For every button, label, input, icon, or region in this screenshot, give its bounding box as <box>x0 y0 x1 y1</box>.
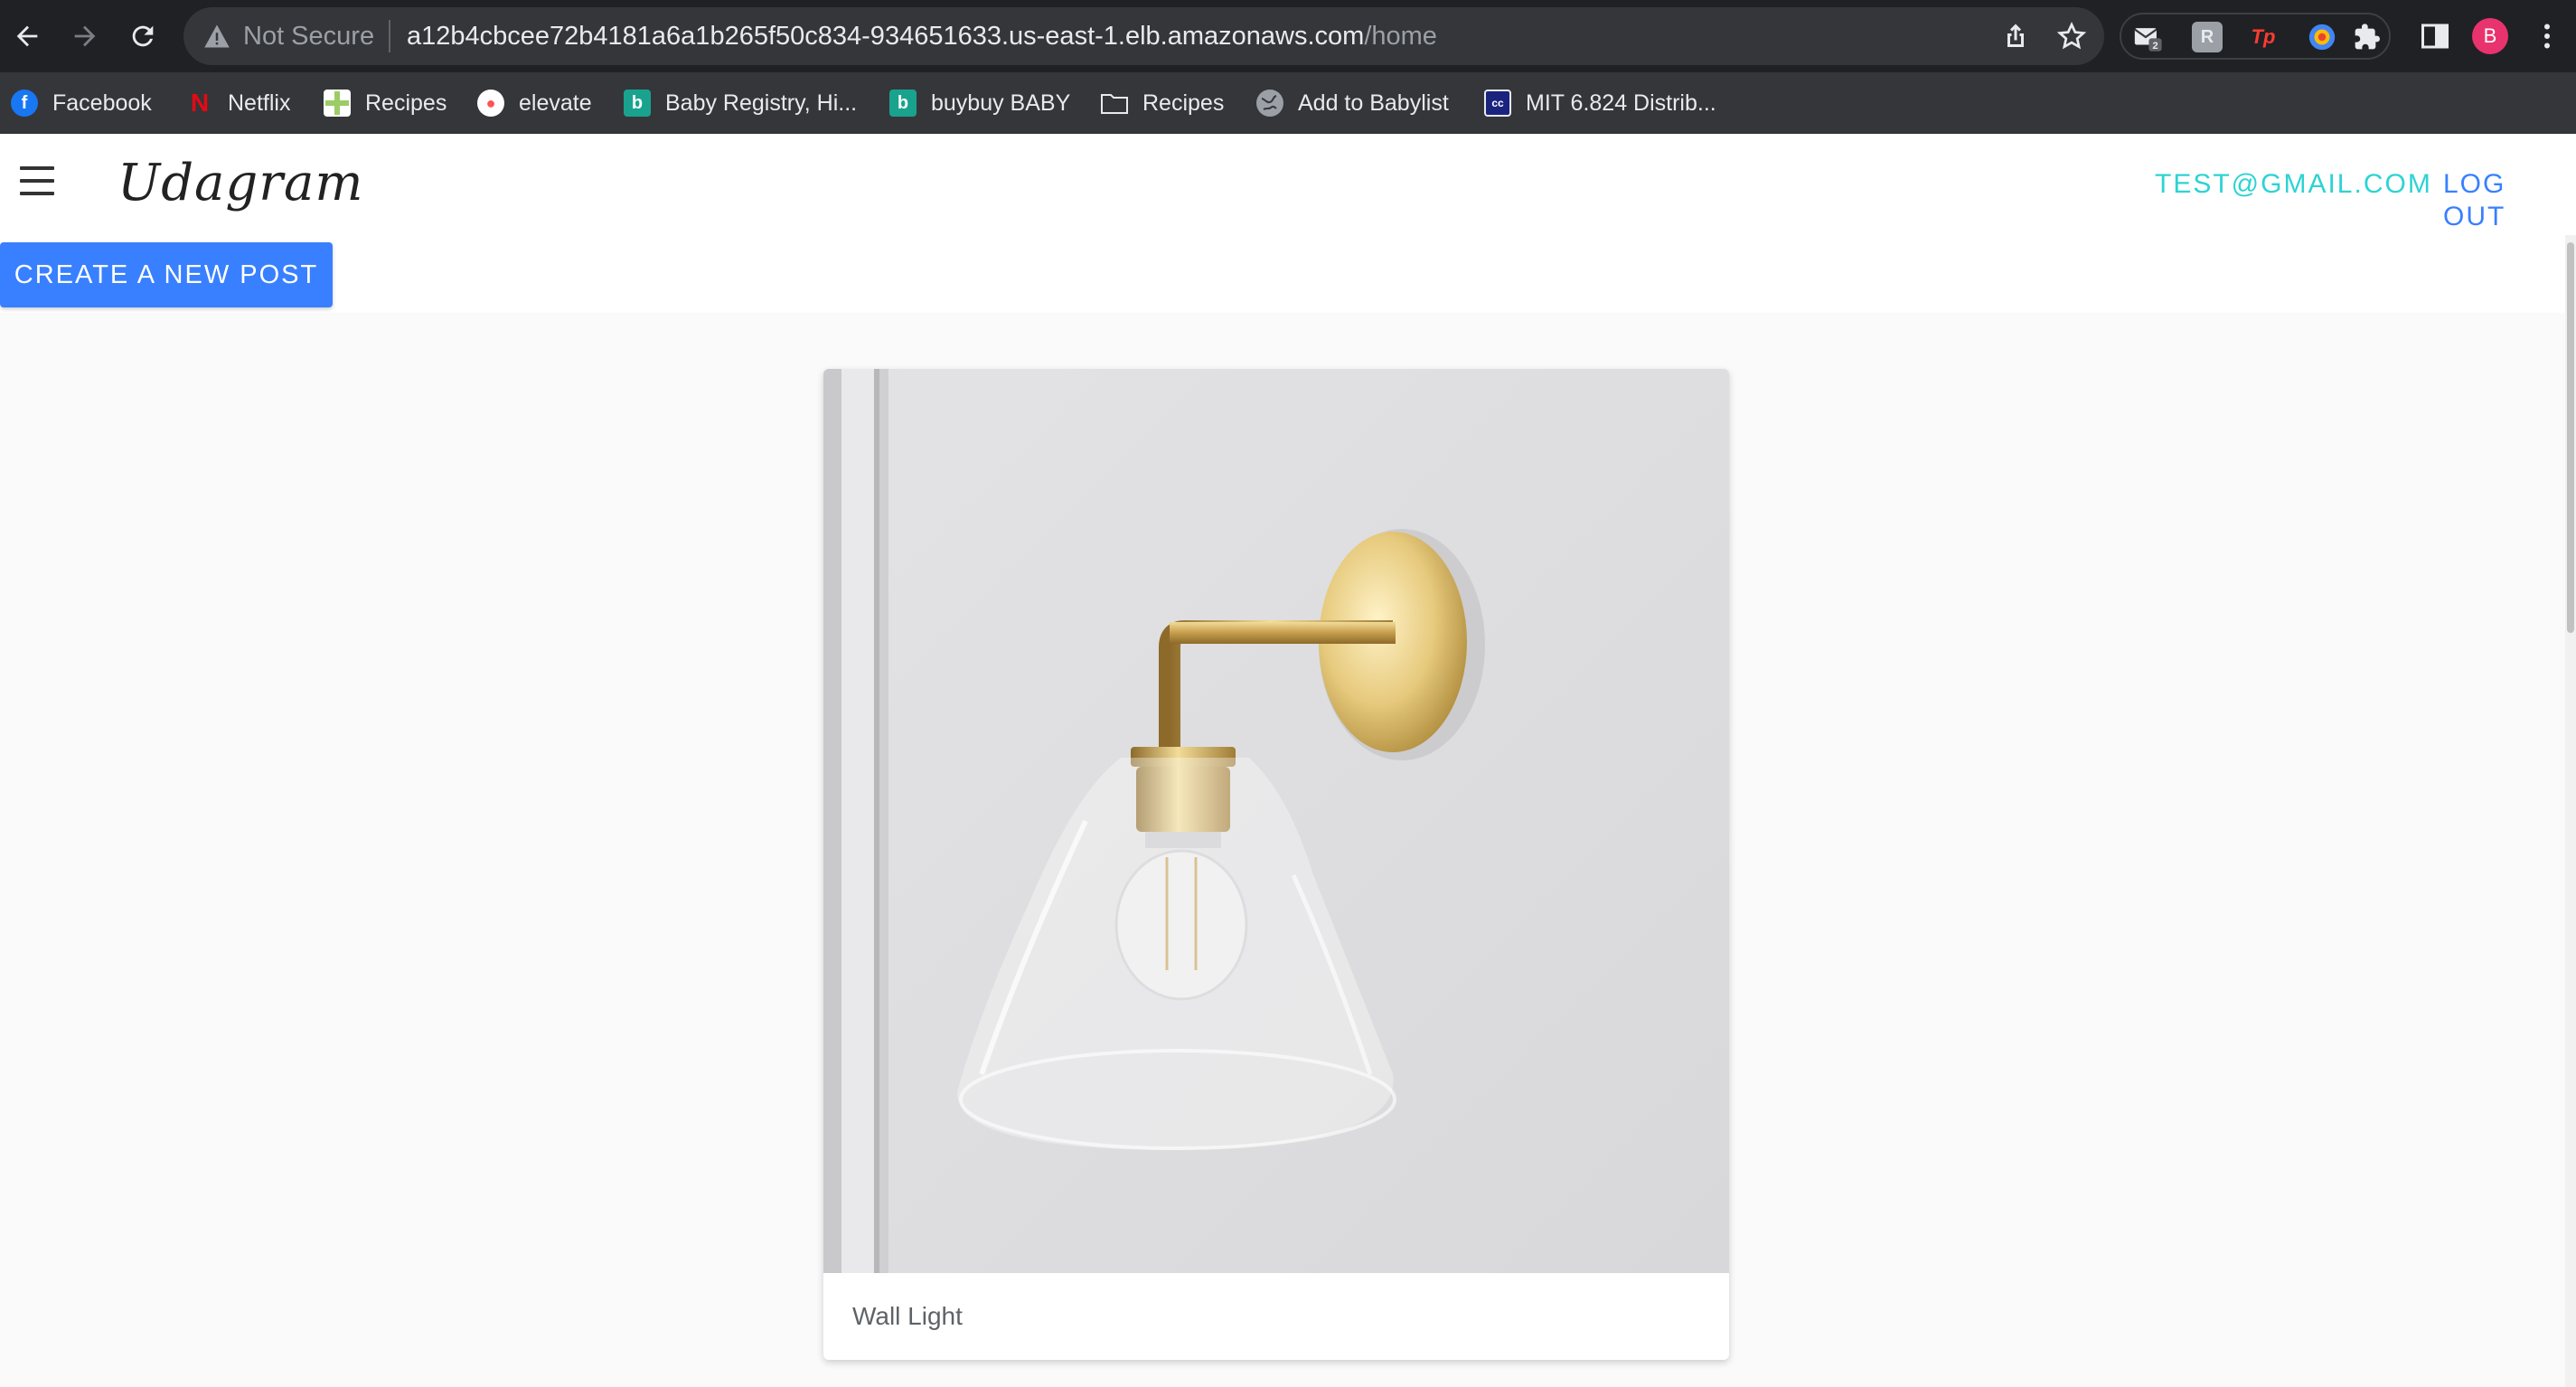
side-panel-icon[interactable] <box>2419 20 2451 52</box>
tp-extension-icon[interactable]: Tp <box>2248 22 2279 52</box>
grammar-extension-icon[interactable]: R <box>2192 22 2223 52</box>
logout-button[interactable]: LOG OUT <box>2443 168 2576 233</box>
bookmark-label: buybuy BABY <box>931 90 1071 116</box>
star-icon[interactable] <box>2055 20 2088 52</box>
post-toolbar: CREATE A NEW POST <box>0 235 2567 313</box>
mail-badge: 2 <box>2152 41 2158 52</box>
buybuybaby-icon: b <box>889 90 917 117</box>
recipes-icon <box>324 90 351 117</box>
bookmark-recipes[interactable]: Recipes <box>324 85 447 121</box>
address-bar[interactable]: Not Secure a12b4cbcee72b4181a6a1b265f50c… <box>183 7 2104 65</box>
bookmark-label: Recipes <box>1142 90 1225 116</box>
folder-icon <box>1101 90 1128 117</box>
globe-icon <box>1256 90 1283 117</box>
browser-toolbar: Not Secure a12b4cbcee72b4181a6a1b265f50c… <box>0 0 2576 72</box>
menu-button[interactable] <box>18 166 58 203</box>
mail-extension-icon[interactable]: 2 <box>2132 22 2163 52</box>
hamburger-icon-line <box>20 192 54 195</box>
bookmark-elevate[interactable]: ● elevate <box>477 85 592 121</box>
bookmark-add-to-babylist[interactable]: Add to Babylist <box>1256 85 1449 121</box>
url-host: a12b4cbcee72b4181a6a1b265f50c834-9346516… <box>407 22 1365 51</box>
brand-logo[interactable]: Udagram <box>118 154 364 213</box>
bookmark-label: elevate <box>519 90 592 116</box>
scrollbar-thumb[interactable] <box>2567 242 2574 633</box>
cc-icon: cc <box>1484 90 1511 117</box>
warning-icon <box>204 24 230 48</box>
bookmark-baby-registry[interactable]: b Baby Registry, Hi... <box>624 85 857 121</box>
facebook-icon: f <box>11 90 38 117</box>
arrow-left-icon <box>16 25 38 47</box>
url-text[interactable]: a12b4cbcee72b4181a6a1b265f50c834-9346516… <box>407 20 1437 52</box>
bookmark-mit-6824[interactable]: cc MIT 6.824 Distrib... <box>1484 85 1716 121</box>
babylist-icon: b <box>624 90 651 117</box>
bookmark-label: Recipes <box>365 90 447 116</box>
bookmarks-bar: f Facebook N Netflix Recipes ● elevate b… <box>0 72 2576 135</box>
arrow-right-icon <box>74 25 96 47</box>
bookmark-facebook[interactable]: f Facebook <box>11 85 152 121</box>
extensions-group: 2 R Tp <box>2120 13 2391 60</box>
user-email-link[interactable]: TEST@GMAIL.COM <box>2155 168 2432 201</box>
share-icon[interactable] <box>1999 20 2032 52</box>
url-path: /home <box>1364 22 1437 51</box>
bookmark-label: Add to Babylist <box>1298 90 1449 116</box>
hamburger-icon-line <box>20 166 54 170</box>
post-caption: Wall Light <box>852 1302 963 1330</box>
bookmark-label: Netflix <box>228 90 291 116</box>
create-post-button[interactable]: CREATE A NEW POST <box>0 242 333 307</box>
profile-avatar[interactable]: B <box>2472 18 2508 54</box>
post-image <box>823 369 1729 1273</box>
bookmark-netflix[interactable]: N Netflix <box>186 85 291 121</box>
elevate-icon: ● <box>477 90 504 117</box>
security-status[interactable]: Not Secure <box>243 20 374 52</box>
omnibox-divider <box>389 20 390 52</box>
bookmark-label: Baby Registry, Hi... <box>665 90 858 116</box>
forward-button[interactable] <box>61 13 108 60</box>
netflix-icon: N <box>190 89 210 117</box>
reload-icon <box>132 25 154 47</box>
more-menu-icon[interactable] <box>2538 20 2556 52</box>
reload-button[interactable] <box>119 13 166 60</box>
hamburger-icon-line <box>20 179 54 183</box>
color-extension-icon[interactable] <box>2307 22 2337 52</box>
bookmark-label: MIT 6.824 Distrib... <box>1526 90 1716 116</box>
bookmark-buybuy-baby[interactable]: b buybuy BABY <box>889 85 1070 121</box>
bookmark-label: Facebook <box>52 90 152 116</box>
bookmark-recipes-folder[interactable]: Recipes <box>1101 85 1224 121</box>
back-button[interactable] <box>4 13 51 60</box>
app-header: Udagram TEST@GMAIL.COM LOG OUT <box>0 134 2576 235</box>
page-scrollbar[interactable] <box>2565 235 2576 1387</box>
puzzle-icon[interactable] <box>2352 22 2383 52</box>
feed-post-card[interactable]: Wall Light <box>823 369 1729 1360</box>
